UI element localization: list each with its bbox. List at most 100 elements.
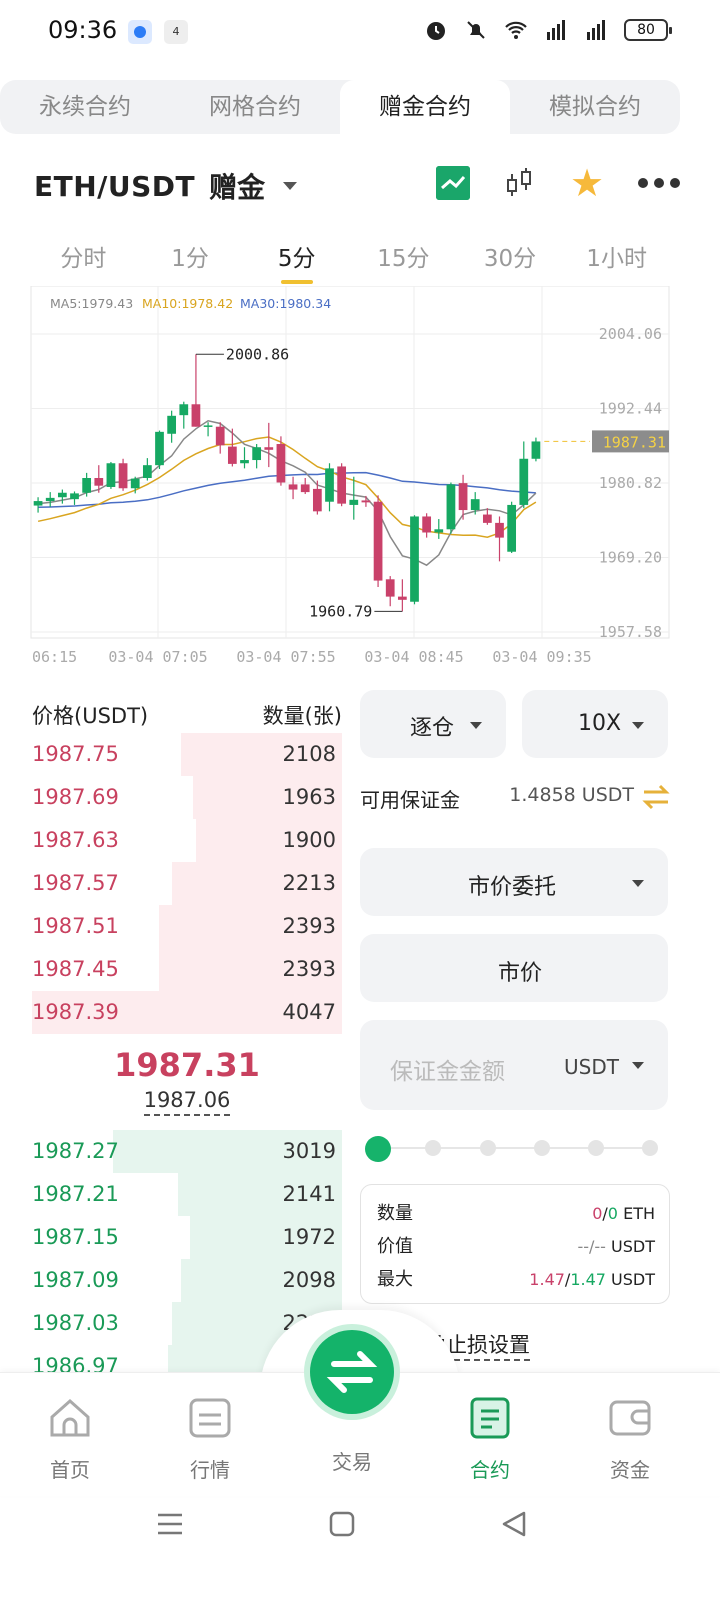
candle-up — [470, 499, 480, 511]
trade-button[interactable] — [310, 1330, 394, 1414]
qty-info-value: 0/0 ETH — [592, 1204, 655, 1223]
slider-step-75[interactable] — [534, 1140, 550, 1156]
candle-down — [227, 446, 237, 464]
interval-tabs: 分时 1分 5分 15分 30分 1小时 — [30, 240, 670, 284]
slider-step-100[interactable] — [642, 1140, 658, 1156]
line-chart-icon[interactable] — [436, 166, 470, 200]
tab-bonus[interactable]: 赠金合约 — [340, 80, 510, 134]
nav-contract[interactable]: 合约 — [430, 1397, 550, 1483]
bid-price: 1987.21 — [32, 1182, 119, 1206]
bid-qty: 2098 — [282, 1268, 336, 1292]
ask-row[interactable]: 1987.63 1900 — [32, 819, 342, 862]
candle-up — [531, 441, 541, 459]
tab-interval-1h[interactable]: 1小时 — [563, 240, 670, 284]
candle-up — [203, 425, 213, 427]
contract-tabs: 永续合约 网格合约 赠金合约 模拟合约 — [0, 80, 680, 134]
ask-row[interactable]: 1987.39 4047 — [32, 991, 342, 1034]
candle-down — [361, 500, 371, 503]
home-square-icon[interactable] — [328, 1510, 356, 1538]
nav-funds-label: 资金 — [610, 1458, 650, 1482]
x-tick-label: 03-04 08:45 — [364, 648, 463, 666]
amount-slider[interactable] — [365, 1136, 660, 1162]
bid-row[interactable]: 1987.27 3019 — [32, 1130, 342, 1173]
amount-unit[interactable]: USDT — [564, 1055, 619, 1079]
chart-grid — [30, 285, 670, 639]
candle-up — [70, 493, 79, 500]
ask-row[interactable]: 1987.45 2393 — [32, 948, 342, 991]
margin-mode-dropdown[interactable]: 逐仓 — [360, 690, 506, 758]
tab-interval-30m[interactable]: 30分 — [457, 240, 564, 284]
candle-down — [300, 484, 310, 493]
slider-step-90[interactable] — [588, 1140, 604, 1156]
high-price-label: 2000.86 — [226, 345, 289, 363]
ask-row[interactable]: 1987.75 2108 — [32, 733, 342, 776]
candle-down — [422, 516, 432, 533]
ask-row[interactable]: 1987.51 2393 — [32, 905, 342, 948]
slider-handle[interactable] — [365, 1136, 391, 1162]
tab-demo[interactable]: 模拟合约 — [510, 80, 680, 134]
wifi-icon — [505, 21, 527, 39]
more-options-icon[interactable] — [638, 166, 680, 200]
status-bar: 09:36 4 80 — [0, 0, 720, 66]
candle-down — [373, 501, 383, 581]
nav-home[interactable]: 首页 — [10, 1397, 130, 1483]
candle-up — [325, 468, 334, 502]
mark-price[interactable]: 1987.06 — [143, 1088, 231, 1116]
pair-selector[interactable]: ETH/USDT 赠金 — [34, 166, 298, 206]
x-tick-label: 03-04 07:55 — [236, 648, 335, 666]
low-price-label: 1960.79 — [309, 602, 372, 620]
tab-interval-15m[interactable]: 15分 — [350, 240, 457, 284]
slider-step-25[interactable] — [425, 1140, 441, 1156]
signal-4g-icon — [547, 20, 565, 40]
favorite-star-icon[interactable]: ★ — [568, 164, 606, 202]
nav-market[interactable]: 行情 — [150, 1397, 270, 1483]
tab-interval-timeshare[interactable]: 分时 — [30, 240, 137, 284]
order-type-dropdown[interactable]: 市价委托 — [360, 848, 668, 916]
chevron-down-icon — [470, 722, 482, 729]
transfer-icon[interactable] — [642, 784, 670, 810]
x-tick-label: 03-04 07:05 — [108, 648, 207, 666]
tab-grid[interactable]: 网格合约 — [170, 80, 340, 134]
bid-qty: 1972 — [282, 1225, 336, 1249]
order-type-label: 市价委托 — [468, 875, 557, 900]
nav-home-label: 首页 — [50, 1458, 90, 1482]
signal-4g-icon-2 — [587, 20, 605, 40]
candle-down — [264, 447, 274, 450]
nav-funds[interactable]: 资金 — [570, 1397, 690, 1483]
caret-down-icon — [283, 182, 298, 190]
nav-market-label: 行情 — [190, 1458, 230, 1482]
ask-qty: 2213 — [282, 871, 336, 895]
leverage-dropdown[interactable]: 10X — [522, 690, 668, 758]
ask-price: 1987.51 — [32, 914, 119, 938]
bid-row[interactable]: 1987.15 1972 — [32, 1216, 342, 1259]
chevron-down-icon — [632, 722, 644, 729]
tab-perpetual[interactable]: 永续合约 — [0, 80, 170, 134]
ask-price: 1987.69 — [32, 785, 119, 809]
system-nav-bar — [0, 1496, 720, 1612]
ask-row[interactable]: 1987.57 2213 — [32, 862, 342, 905]
slider-step-50[interactable] — [480, 1140, 496, 1156]
price-header: 价格(USDT) — [32, 704, 149, 728]
candlestick-icon[interactable] — [502, 166, 536, 200]
amount-placeholder: 保证金金额 — [390, 1059, 505, 1085]
ask-row[interactable]: 1987.69 1963 — [32, 776, 342, 819]
ask-qty: 1963 — [282, 785, 336, 809]
margin-amount-input[interactable]: 保证金金额 USDT — [360, 1020, 668, 1110]
back-icon[interactable] — [500, 1510, 528, 1538]
pair-mode: 赠金 — [209, 171, 266, 204]
price-field[interactable]: 市价 — [360, 934, 668, 1002]
kline-chart[interactable]: 2004.06 1992.44 1980.82 1969.20 1957.58 06:15… — [30, 285, 670, 678]
candle-down — [94, 477, 104, 486]
y-tick-label: 1992.44 — [599, 400, 662, 418]
bid-row[interactable]: 1987.09 2098 — [32, 1259, 342, 1302]
bid-row[interactable]: 1987.21 2141 — [32, 1173, 342, 1216]
tab-interval-5m[interactable]: 5分 — [243, 240, 350, 284]
bid-qty: 3019 — [282, 1139, 336, 1163]
menu-icon[interactable] — [156, 1510, 184, 1538]
nav-trade-label[interactable]: 交易 — [310, 1446, 394, 1475]
x-tick-label: 03-04 09:35 — [492, 648, 591, 666]
ma-legend-label: MA30:1980.34 — [240, 296, 331, 311]
candle-up — [507, 504, 517, 552]
chevron-down-icon — [632, 1062, 644, 1069]
tab-interval-1m[interactable]: 1分 — [137, 240, 244, 284]
